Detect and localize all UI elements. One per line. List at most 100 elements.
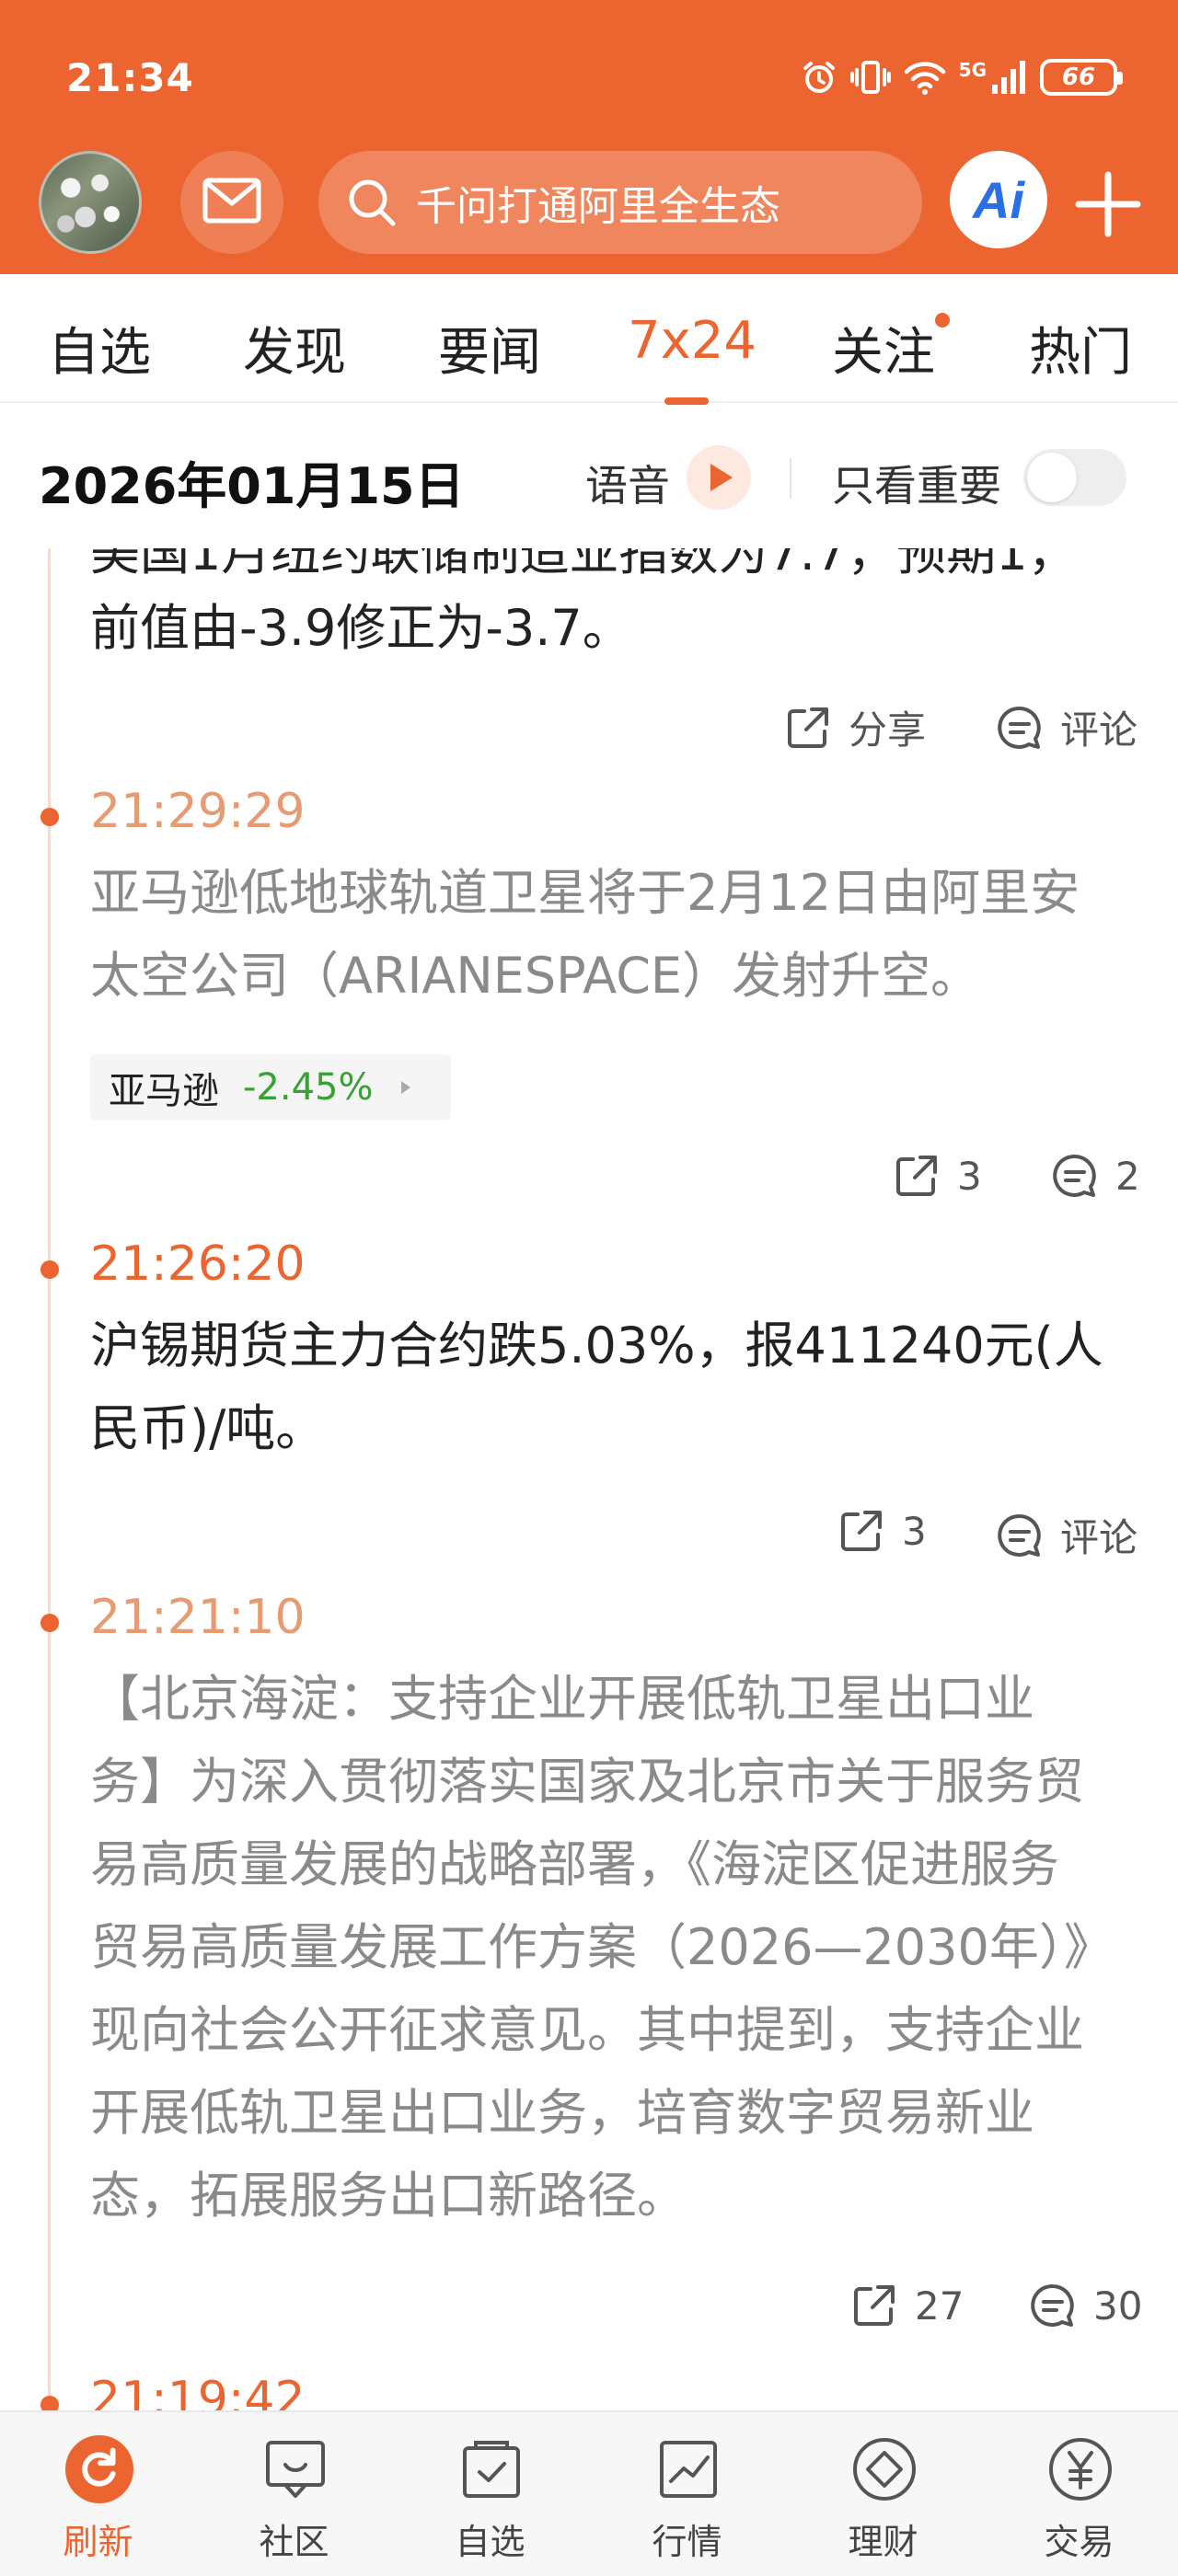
tab-discover[interactable]: 发现	[243, 311, 346, 385]
avatar[interactable]	[39, 151, 142, 254]
play-icon[interactable]	[687, 445, 751, 510]
nav-wealth[interactable]: 理财	[785, 2412, 981, 2576]
chevron-right-icon	[400, 1081, 410, 1094]
refresh-icon	[64, 2434, 134, 2504]
share-label: 分享	[849, 707, 927, 753]
nav-refresh[interactable]: 刷新	[0, 2412, 196, 2576]
news-text-line[interactable]: 沪锡期货主力合约跌5.03%，报411240元(人	[90, 1305, 1139, 1387]
news-text-line[interactable]: 开展低轨卫星出口业务，培育数字贸易新业	[90, 2072, 1139, 2155]
news-time: 21:19:42	[90, 2372, 306, 2410]
nav-label: 行情	[652, 2522, 722, 2562]
date-label: 2026年01月15日	[39, 457, 465, 515]
comment-icon	[998, 1513, 1041, 1557]
add-button[interactable]	[1075, 171, 1141, 237]
share-icon	[854, 2285, 895, 2326]
news-text-line[interactable]: 现向社会公开征求意见。其中提到，支持企业	[90, 1989, 1139, 2072]
search-placeholder: 千问打通阿里全生态	[416, 183, 780, 230]
news-time: 21:29:29	[90, 784, 306, 839]
stock-tag[interactable]: 亚马逊 -2.45%	[90, 1054, 451, 1121]
nav-label: 社区	[259, 2522, 329, 2562]
date-bar: 2026年01月15日 语音 只看重要	[0, 405, 1178, 548]
share-count: 27	[915, 2283, 964, 2329]
mail-button[interactable]	[180, 151, 283, 254]
important-only-toggle[interactable]	[1023, 449, 1126, 506]
nav-label: 交易	[1044, 2522, 1114, 2562]
nav-trade[interactable]: 交易	[981, 2412, 1177, 2576]
comment-count: 30	[1093, 2283, 1143, 2329]
share-icon	[788, 707, 828, 748]
share-icon	[896, 1156, 937, 1196]
nav-label: 理财	[848, 2522, 918, 2562]
nav-community[interactable]: 社区	[196, 2412, 392, 2576]
tab-headlines[interactable]: 要闻	[438, 311, 541, 385]
ai-assistant-button[interactable]: Ai	[950, 151, 1047, 248]
news-text-line[interactable]: 太空公司（ARIANESPACE）发射升空。	[90, 935, 1139, 1018]
news-text-line[interactable]: 【北京海淀：支持企业开展低轨卫星出口业	[90, 1658, 1139, 1741]
comment-button[interactable]: 评论	[996, 699, 1138, 755]
share-icon	[841, 1511, 882, 1551]
stock-change: -2.45%	[243, 1066, 374, 1109]
news-text-line[interactable]: 亚马逊低地球轨道卫星将于2月12日由阿里安	[90, 852, 1139, 935]
active-tab-indicator	[664, 397, 709, 405]
signal-icon	[990, 59, 1027, 96]
top-tabs: 自选 发现 要闻 7x24 关注 热门	[0, 274, 1178, 405]
market-icon	[653, 2434, 723, 2504]
search-icon	[344, 175, 399, 230]
nav-label: 自选	[455, 2522, 525, 2562]
news-text-line[interactable]: 易高质量发展的战略部署，《海淀区促进服务	[90, 1823, 1139, 1906]
news-text-line[interactable]: 态，拓展服务出口新路径。	[90, 2155, 1139, 2237]
timeline-dot	[40, 2396, 59, 2410]
share-count: 3	[957, 1153, 982, 1199]
timeline-dot	[40, 1260, 59, 1279]
battery-indicator: 66	[1040, 59, 1123, 96]
network-type: 5G	[958, 59, 987, 81]
trade-icon	[1045, 2434, 1115, 2504]
watchlist-icon	[456, 2434, 526, 2504]
community-icon	[260, 2434, 330, 2504]
status-icons: 5G 66	[801, 57, 1123, 98]
bottom-nav: 刷新 社区 自选 行情 理财 交易	[0, 2410, 1178, 2576]
comment-button[interactable]: 30	[1029, 2282, 1142, 2329]
share-button[interactable]: 3	[837, 1507, 927, 1555]
nav-market[interactable]: 行情	[589, 2412, 785, 2576]
comment-label: 评论	[1060, 707, 1138, 753]
stock-name: 亚马逊	[109, 1070, 219, 1112]
share-button[interactable]: 27	[850, 2282, 964, 2329]
wifi-icon	[904, 59, 946, 96]
mail-icon	[202, 178, 261, 227]
tab-7x24[interactable]: 7x24	[628, 311, 756, 371]
timeline-dot	[40, 1614, 59, 1632]
comment-label: 评论	[1060, 1515, 1138, 1560]
alarm-icon	[801, 59, 837, 96]
divider	[790, 458, 791, 499]
news-feed[interactable]: 美国1月纽约联储制造业指数为7.7，预期1， 前值由-3.9修正为-3.7。 分…	[0, 548, 1178, 2410]
news-time: 21:21:10	[90, 1590, 306, 1645]
nav-watchlist[interactable]: 自选	[392, 2412, 588, 2576]
wealth-icon	[849, 2434, 919, 2504]
search-input[interactable]: 千问打通阿里全生态	[318, 151, 922, 254]
nav-label: 刷新	[63, 2522, 133, 2562]
vibrate-icon	[849, 59, 891, 96]
comment-button[interactable]: 评论	[996, 1507, 1138, 1563]
comment-icon	[1031, 2283, 1074, 2327]
share-button[interactable]: 3	[893, 1152, 982, 1200]
news-time: 21:26:20	[90, 1236, 306, 1292]
news-text-line[interactable]: 务】为深入贯彻落实国家及北京市关于服务贸	[90, 1741, 1139, 1823]
voice-label[interactable]: 语音	[585, 453, 670, 513]
ai-label: Ai	[973, 170, 1024, 229]
notification-dot	[935, 313, 950, 328]
tab-following[interactable]: 关注	[832, 311, 935, 385]
status-time: 21:34	[66, 55, 194, 100]
news-text-line[interactable]: 民币)/吨。	[90, 1387, 1139, 1470]
comment-icon	[998, 706, 1041, 749]
share-count: 3	[902, 1508, 927, 1554]
tab-hot[interactable]: 热门	[1029, 311, 1132, 385]
comment-count: 2	[1115, 1153, 1140, 1199]
tab-watchlist[interactable]: 自选	[48, 311, 151, 385]
news-text[interactable]: 前值由-3.9修正为-3.7。	[90, 587, 1139, 670]
important-only-label: 只看重要	[832, 461, 1001, 511]
news-text-line[interactable]: 贸易高质量发展工作方案（2026—2030年）》	[90, 1906, 1139, 1989]
share-button[interactable]: 分享	[784, 699, 926, 755]
comment-button[interactable]: 2	[1051, 1152, 1140, 1200]
plus-icon	[1075, 171, 1141, 241]
